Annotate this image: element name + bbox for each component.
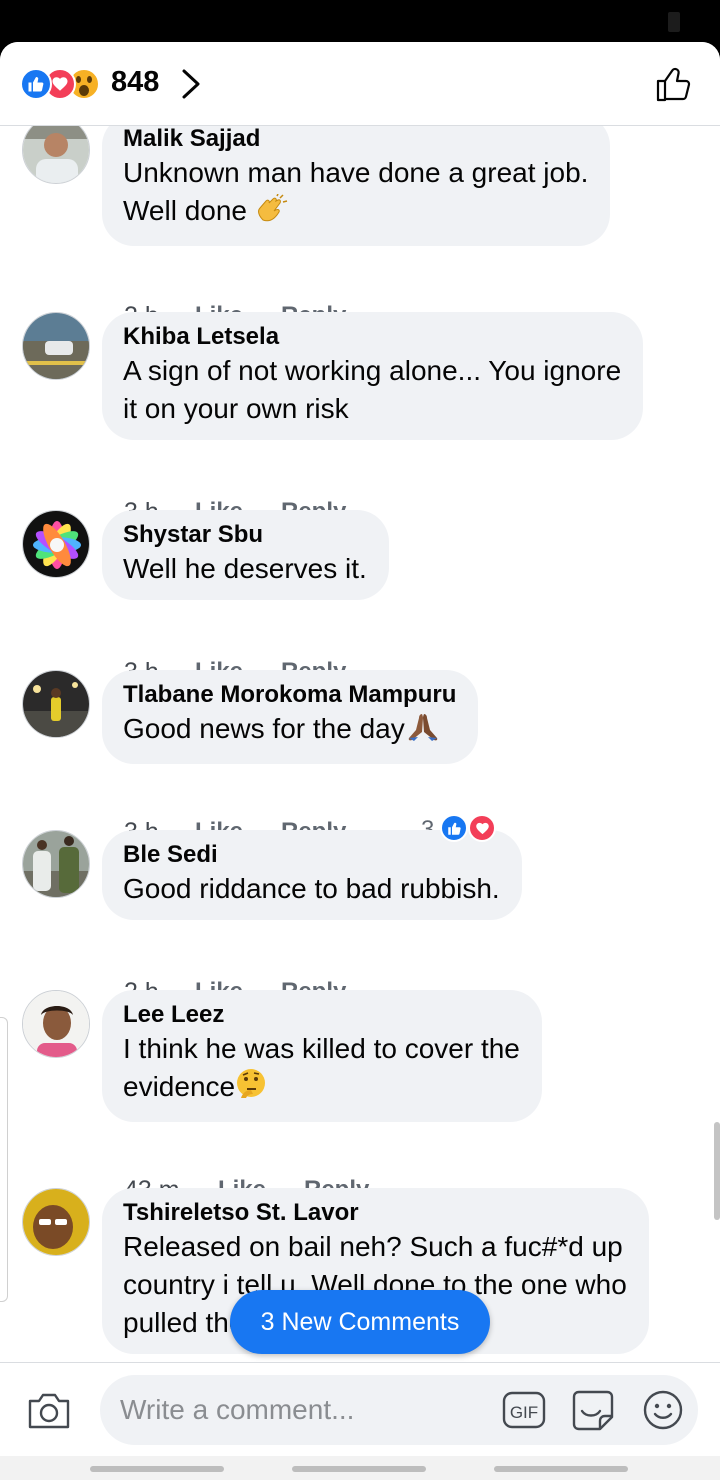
gif-icon-label: GIF xyxy=(510,1403,538,1422)
nav-handle-left[interactable] xyxy=(90,1466,224,1472)
comment-bubble[interactable]: Shystar Sbu Well he deserves it. xyxy=(102,510,389,600)
commenter-name[interactable]: Shystar Sbu xyxy=(123,520,367,550)
camera-icon[interactable] xyxy=(26,1389,72,1436)
commenter-name[interactable]: Tshireletso St. Lavor xyxy=(123,1198,627,1228)
status-bar xyxy=(0,0,720,42)
avatar[interactable] xyxy=(22,830,90,898)
love-reaction-icon xyxy=(468,814,496,842)
chevron-right-icon[interactable] xyxy=(180,68,202,105)
avatar[interactable] xyxy=(22,1188,90,1256)
comment-bubble[interactable]: Khiba Letsela A sign of not working alon… xyxy=(102,312,644,440)
battery-icon xyxy=(668,12,680,32)
comment-bubble[interactable]: Ble Sedi Good riddance to bad rubbish. xyxy=(102,830,522,920)
commenter-name[interactable]: Malik Sajjad xyxy=(123,124,588,154)
comment-text: Good news for the day xyxy=(123,710,456,752)
avatar[interactable] xyxy=(22,670,90,738)
avatar[interactable] xyxy=(22,312,90,380)
clapping-hands-emoji xyxy=(255,193,289,234)
avatar[interactable] xyxy=(22,990,90,1058)
comment-text: Well he deserves it. xyxy=(123,550,367,588)
comment-line: Well done xyxy=(123,192,588,234)
comment-bubble[interactable]: Tlabane Morokoma Mampuru Good news for t… xyxy=(102,670,479,764)
comment-line: I think he was killed to cover the xyxy=(123,1033,520,1064)
commenter-name[interactable]: Tlabane Morokoma Mampuru xyxy=(123,680,456,710)
comment-composer: GIF xyxy=(0,1362,720,1456)
nav-handle-right[interactable] xyxy=(494,1466,628,1472)
side-handle xyxy=(0,1017,8,1302)
comment-line: Released on bail neh? Such a fuc#*d up xyxy=(123,1231,623,1262)
praying-hands-emoji xyxy=(405,712,441,752)
comment-line: A sign of not working alone... You ignor… xyxy=(123,355,622,386)
commenter-name[interactable]: Ble Sedi xyxy=(123,840,500,870)
avatar[interactable] xyxy=(22,510,90,578)
comment-input[interactable] xyxy=(120,1375,490,1445)
comment-line: Unknown man have done a great job. xyxy=(123,157,589,188)
comments-sheet: 848 Malik Sajjad Unknown man have done a… xyxy=(0,42,720,1480)
comment-text: I think he was killed to cover the evide… xyxy=(123,1030,520,1110)
comment-line: Well he deserves it. xyxy=(123,553,367,584)
new-comments-button[interactable]: 3 New Comments xyxy=(230,1290,490,1354)
like-reaction-icon xyxy=(440,814,468,842)
nav-handle-center[interactable] xyxy=(292,1466,426,1472)
like-post-icon[interactable] xyxy=(654,64,694,109)
like-reaction-icon xyxy=(20,68,52,100)
scrollbar-thumb[interactable] xyxy=(714,1122,720,1220)
comment-line-text: evidence xyxy=(123,1071,236,1102)
sticker-icon[interactable] xyxy=(570,1389,616,1436)
comment-line: Good riddance to bad rubbish. xyxy=(123,873,500,904)
comment-bubble[interactable]: Lee Leez I think he was killed to cover … xyxy=(102,990,542,1122)
comment-text: Unknown man have done a great job. Well … xyxy=(123,154,588,234)
reaction-count[interactable]: 848 xyxy=(111,66,159,99)
gif-icon[interactable]: GIF xyxy=(502,1391,546,1434)
comment-text: Good riddance to bad rubbish. xyxy=(123,870,500,908)
comment-line: evidence xyxy=(123,1068,520,1110)
commenter-name[interactable]: Lee Leez xyxy=(123,1000,520,1030)
avatar[interactable] xyxy=(22,116,90,184)
reactions-header[interactable]: 848 xyxy=(0,42,720,126)
comment-line: Good news for the day xyxy=(123,710,456,752)
comment-line-text: Good news for the day xyxy=(123,713,405,744)
comment-line-text: Well done xyxy=(123,195,255,226)
comment-input-container[interactable]: GIF xyxy=(100,1375,698,1445)
comment-bubble[interactable]: Malik Sajjad Unknown man have done a gre… xyxy=(102,114,611,246)
emoji-icon[interactable] xyxy=(642,1389,684,1436)
system-nav-bar xyxy=(0,1456,720,1480)
thinking-face-emoji xyxy=(235,1068,269,1110)
commenter-name[interactable]: Khiba Letsela xyxy=(123,322,621,352)
comment-line: it on your own risk xyxy=(123,393,349,424)
comment-text: A sign of not working alone... You ignor… xyxy=(123,352,621,428)
